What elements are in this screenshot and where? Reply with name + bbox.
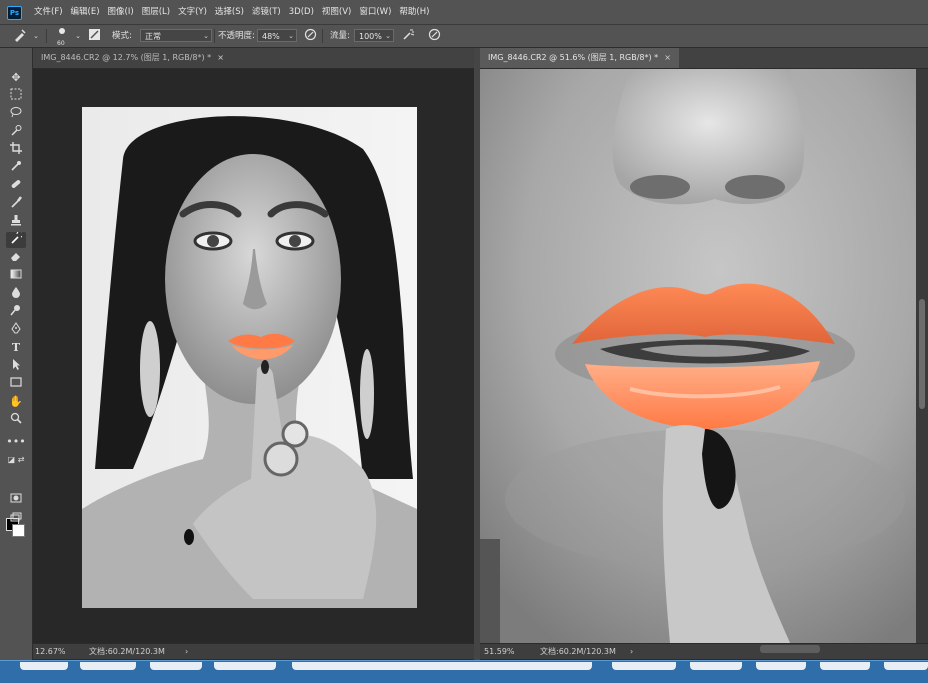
menu-edit[interactable]: 编辑(E) [71, 0, 100, 24]
taskbar-button[interactable] [820, 662, 870, 670]
left-document-tabbar: IMG_8446.CR2 @ 12.7% (图层 1, RGB/8*) * × [33, 48, 474, 69]
quick-select-tool-icon[interactable] [6, 124, 26, 140]
left-status-arrow[interactable]: › [185, 644, 188, 659]
tools-panel: ✥ T ✋ ••• ◪ ⇄ [0, 48, 33, 660]
right-document-tabbar: IMG_8446.CR2 @ 51.6% (图层 1, RGB/8*) * × [480, 48, 928, 69]
flow-input[interactable]: 100% ⌄ [354, 29, 394, 42]
tab-right-document[interactable]: IMG_8446.CR2 @ 51.6% (图层 1, RGB/8*) * × [480, 48, 679, 68]
hand-tool-icon[interactable]: ✋ [6, 394, 26, 410]
taskbar-button[interactable] [756, 662, 806, 670]
separator [46, 29, 47, 43]
scrollbar-thumb[interactable] [919, 299, 925, 409]
more-tools-icon[interactable]: ••• [6, 434, 26, 450]
taskbar-button[interactable] [690, 662, 742, 670]
pressure-size-icon[interactable] [426, 28, 442, 44]
menu-help[interactable]: 帮助(H) [399, 0, 429, 24]
right-status-bar: 51.59% 文档:60.2M/120.3M › [480, 643, 928, 659]
quick-mask-icon[interactable] [6, 492, 26, 508]
separator [214, 29, 215, 43]
taskbar-button[interactable] [20, 662, 68, 670]
airbrush-icon[interactable] [400, 28, 416, 44]
pressure-opacity-icon[interactable] [302, 28, 318, 44]
right-document-title: IMG_8446.CR2 @ 51.6% (图层 1, RGB/8*) * [488, 53, 659, 62]
clone-stamp-tool-icon[interactable] [6, 214, 26, 230]
taskbar-button[interactable] [292, 662, 592, 670]
chevron-down-icon: ⌄ [385, 32, 391, 40]
default-colors-icon[interactable]: ◪ ⇄ [6, 452, 26, 468]
right-status-arrow[interactable]: › [630, 644, 633, 659]
mode-value: 正常 [145, 32, 161, 41]
screen-mode-icon[interactable] [6, 512, 26, 528]
left-canvas[interactable] [33, 69, 474, 643]
left-document-title: IMG_8446.CR2 @ 12.7% (图层 1, RGB/8*) * [41, 53, 212, 62]
zoom-tool-icon[interactable] [6, 412, 26, 428]
menu-file[interactable]: 文件(F) [34, 0, 63, 24]
menu-items: 文件(F) 编辑(E) 图像(I) 图层(L) 文字(Y) 选择(S) 滤镜(T… [34, 0, 437, 24]
brush-tool-icon[interactable] [6, 196, 26, 212]
taskbar-button[interactable] [214, 662, 276, 670]
left-status-bar: 12.67% 文档:60.2M/120.3M › [33, 643, 474, 659]
opacity-label: 不透明度: [218, 31, 255, 41]
tab-left-document[interactable]: IMG_8446.CR2 @ 12.7% (图层 1, RGB/8*) * × [33, 48, 232, 68]
chevron-down-icon: ⌄ [288, 32, 294, 40]
left-zoom-level[interactable]: 12.67% [35, 644, 66, 659]
brush-settings-icon[interactable] [86, 28, 102, 44]
chevron-down-icon: ⌄ [203, 32, 209, 40]
pen-tool-icon[interactable] [6, 322, 26, 338]
opacity-input[interactable]: 48% ⌄ [257, 29, 297, 42]
lasso-tool-icon[interactable] [6, 106, 26, 122]
mode-select[interactable]: 正常 ⌄ [140, 29, 212, 42]
gradient-tool-icon[interactable] [6, 268, 26, 284]
photoshop-window: Ps 文件(F) 编辑(E) 图像(I) 图层(L) 文字(Y) 选择(S) 滤… [0, 0, 928, 683]
menu-filter[interactable]: 滤镜(T) [252, 0, 281, 24]
blur-tool-icon[interactable] [6, 286, 26, 302]
options-bar: ⌄ 60 ⌄ 模式: 正常 ⌄ 不透明度: 48% ⌄ 流量: 100% ⌄ [0, 25, 928, 48]
history-brush-tool-icon[interactable] [6, 230, 26, 248]
photoshop-logo: Ps [7, 6, 22, 20]
portrait-photo [82, 107, 417, 608]
menu-view[interactable]: 视图(V) [322, 0, 351, 24]
crop-tool-icon[interactable] [6, 142, 26, 158]
vertical-scrollbar[interactable] [916, 69, 928, 643]
taskbar-button[interactable] [150, 662, 202, 670]
lips-closeup-photo [480, 69, 916, 643]
menu-type[interactable]: 文字(Y) [178, 0, 207, 24]
taskbar-button[interactable] [884, 662, 928, 670]
mode-label: 模式: [112, 31, 132, 41]
rectangle-tool-icon[interactable] [6, 376, 26, 392]
opacity-value: 48% [262, 32, 280, 41]
brush-tool-icon[interactable] [12, 28, 28, 44]
eraser-tool-icon[interactable] [6, 250, 26, 266]
close-icon[interactable]: × [664, 53, 671, 62]
move-tool-icon[interactable]: ✥ [6, 70, 26, 86]
type-tool-icon[interactable]: T [6, 340, 26, 356]
menu-image[interactable]: 图像(I) [108, 0, 134, 24]
path-select-tool-icon[interactable] [6, 358, 26, 374]
chevron-down-icon[interactable]: ⌄ [70, 28, 86, 44]
separator [322, 29, 323, 43]
taskbar-button[interactable] [612, 662, 676, 670]
right-document-info: 文档:60.2M/120.3M [540, 647, 616, 656]
menu-layer[interactable]: 图层(L) [142, 0, 170, 24]
marquee-tool-icon[interactable] [6, 88, 26, 104]
right-zoom-level[interactable]: 51.59% [484, 644, 515, 659]
healing-brush-tool-icon[interactable] [6, 178, 26, 194]
menu-bar: Ps 文件(F) 编辑(E) 图像(I) 图层(L) 文字(Y) 选择(S) 滤… [0, 0, 928, 25]
flow-value: 100% [359, 32, 382, 41]
menu-3d[interactable]: 3D(D) [289, 0, 314, 24]
eyedropper-tool-icon[interactable] [6, 160, 26, 176]
horizontal-scrollbar-thumb[interactable] [760, 645, 820, 653]
right-canvas[interactable] [480, 69, 916, 643]
taskbar [0, 660, 928, 683]
menu-window[interactable]: 窗口(W) [359, 0, 391, 24]
close-icon[interactable]: × [217, 53, 224, 62]
dodge-tool-icon[interactable] [6, 304, 26, 320]
menu-select[interactable]: 选择(S) [215, 0, 244, 24]
flow-label: 流量: [330, 31, 350, 41]
taskbar-button[interactable] [80, 662, 136, 670]
left-document-info: 文档:60.2M/120.3M [89, 647, 165, 656]
tool-preset-dropdown-icon[interactable]: ⌄ [28, 28, 44, 44]
